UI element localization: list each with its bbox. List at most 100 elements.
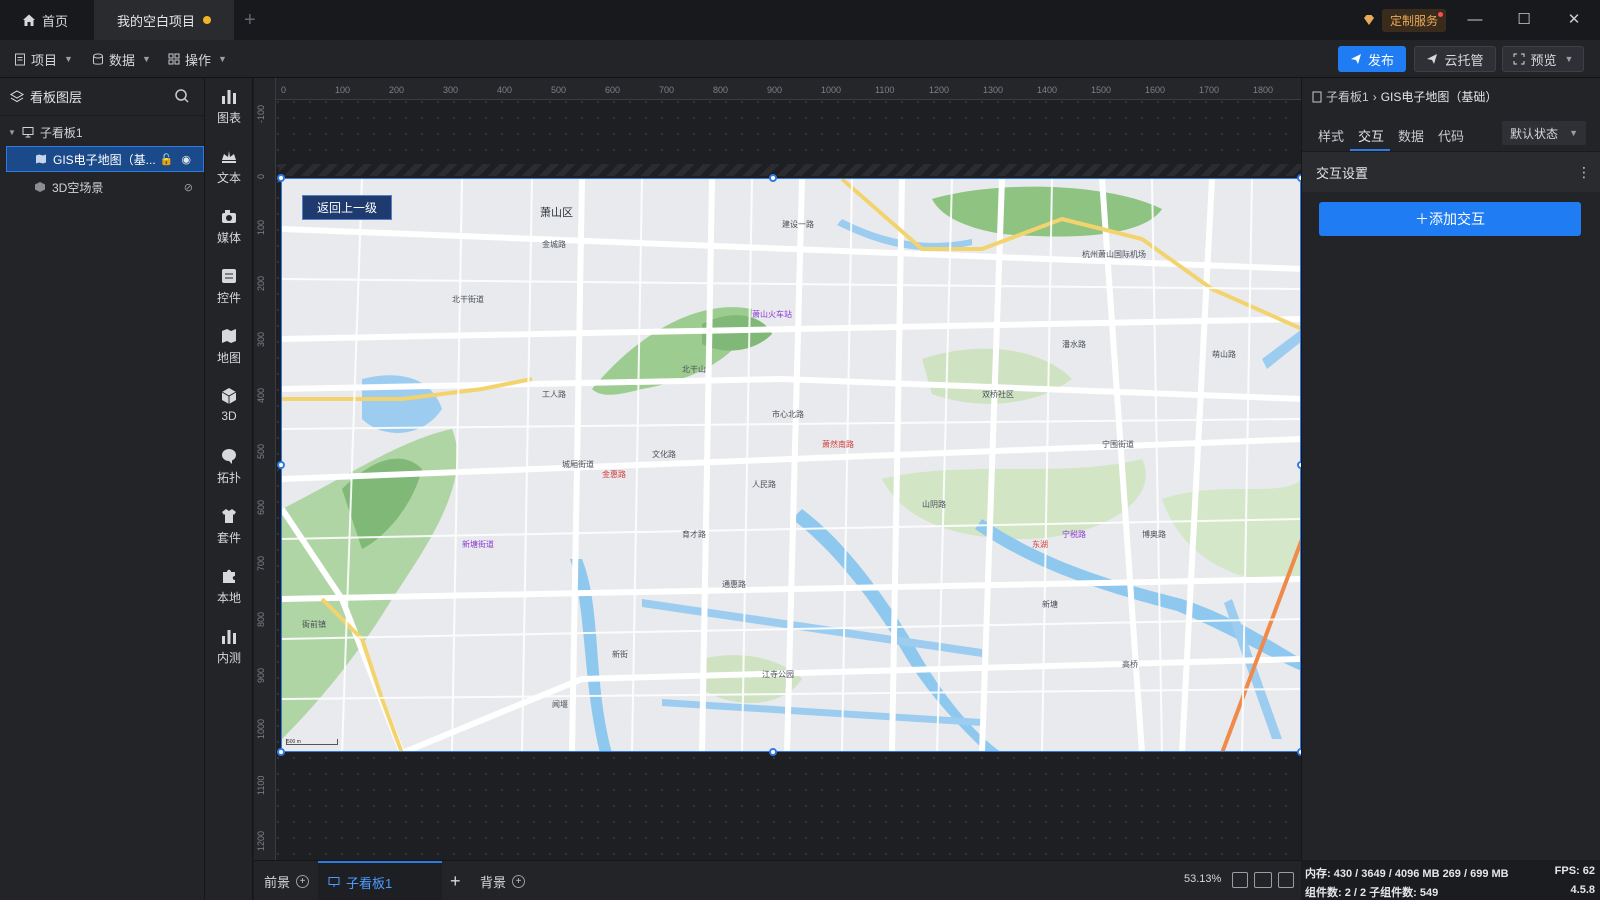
add-interaction-button[interactable]: ＋添加交互: [1319, 202, 1581, 236]
caret-down-icon[interactable]: ▼: [8, 128, 16, 137]
tab-code[interactable]: 代码: [1438, 126, 1464, 145]
component-bar-chart[interactable]: 图表: [205, 86, 253, 136]
component-kit[interactable]: 套件: [205, 506, 253, 556]
map-place-label: 萧然南路: [822, 440, 854, 449]
topology-icon: [222, 449, 236, 464]
grid-icon: [168, 53, 180, 65]
component-label: 本地: [216, 591, 241, 605]
keyboard-icon[interactable]: [1254, 872, 1272, 888]
tab-data[interactable]: 数据: [1398, 126, 1424, 145]
back-to-parent-button[interactable]: 返回上一级: [302, 195, 393, 220]
menu-operation[interactable]: 操作 ▼: [168, 49, 227, 69]
more-options-icon[interactable]: ⋮: [1577, 164, 1591, 181]
ruler-tick: 600: [605, 85, 621, 95]
component-beta[interactable]: 内测: [205, 626, 253, 676]
search-icon[interactable]: [174, 88, 190, 104]
ruler-tick: 1600: [1145, 85, 1166, 95]
unlock-icon[interactable]: 🔓: [160, 153, 174, 166]
ruler-tick: 700: [659, 85, 675, 95]
toolbar: 项目 ▼ 数据 ▼ 操作 ▼ 发布 云托管 预览 ▼: [0, 40, 1600, 78]
map-place-label: 育才路: [682, 530, 706, 539]
map-place-label: 闻堰: [552, 700, 568, 709]
add-tab-button[interactable]: +: [244, 0, 256, 40]
fullscreen-icon: [1513, 53, 1525, 65]
layer-item-3d-scene[interactable]: 3D空场景 ⊘: [0, 174, 205, 200]
add-background-icon[interactable]: +: [512, 874, 526, 888]
maximize-icon[interactable]: ☐: [1512, 8, 1536, 32]
layer-item-label: 3D空场景: [52, 180, 104, 195]
control-icon: [222, 269, 236, 283]
add-foreground-icon[interactable]: +: [296, 874, 310, 888]
database-icon: [93, 53, 103, 65]
layer-item-gis-map[interactable]: GIS电子地图（基... 🔓 ◉: [6, 146, 204, 172]
component-media[interactable]: 媒体: [205, 206, 253, 256]
map-place-label: 潘水路: [1062, 340, 1086, 349]
component-text[interactable]: 文本: [205, 146, 253, 196]
ruler-tick: 1800: [1253, 85, 1274, 95]
breadcrumb: 子看板1 › GIS电子地图（基础）: [1312, 88, 1497, 105]
custom-service-button[interactable]: 定制服务: [1362, 8, 1447, 32]
ruler-vertical[interactable]: -100 0 100 200 300 400 500 600 700 800 900 1000 1100…: [254, 78, 276, 860]
component-topology[interactable]: 拓扑: [205, 446, 253, 496]
component-map[interactable]: 地图: [205, 326, 253, 376]
resize-handle-bottom[interactable]: [769, 748, 777, 756]
map-place-label: 高桥: [1122, 660, 1138, 669]
resize-handle-top[interactable]: [769, 174, 777, 182]
canvas[interactable]: 0 100 200 300 400 500 600 700 800 900 1000 1100 1200…: [254, 78, 1327, 860]
properties-panel: 子看板1 › GIS电子地图（基础） 样式 交互 数据 代码 默认状态 ▼ 交互…: [1301, 78, 1600, 860]
minimize-icon[interactable]: —: [1463, 8, 1487, 32]
properties-tabs: 样式 交互 数据 代码 默认状态 ▼: [1302, 116, 1600, 152]
terminal-icon[interactable]: [1278, 872, 1294, 888]
publish-button[interactable]: 发布: [1338, 46, 1406, 72]
eye-icon[interactable]: ◉: [181, 153, 191, 166]
cloud-host-button[interactable]: 云托管: [1414, 46, 1496, 72]
gis-map-component[interactable]: 返回上一级 萧山区 金城路 北干街道 人民路 城厢街道 新塘街道 宁围街道 市心北路 金惠路 文…: [281, 178, 1301, 752]
close-icon[interactable]: ✕: [1562, 8, 1586, 32]
breadcrumb-parent[interactable]: 子看板1: [1326, 88, 1369, 105]
ruler-tick: 700: [256, 555, 266, 571]
map-background[interactable]: [282, 179, 1301, 752]
send-icon: [1427, 54, 1438, 64]
menu-data[interactable]: 数据 ▼: [92, 49, 151, 69]
tab-background[interactable]: 背景 +: [480, 861, 526, 900]
text-icon: [222, 151, 236, 163]
zoom-level[interactable]: 53.13%: [1184, 873, 1221, 885]
tab-foreground[interactable]: 前景 +: [264, 861, 310, 900]
menu-project[interactable]: 项目 ▼: [14, 49, 73, 69]
chevron-down-icon[interactable]: ▼: [1565, 54, 1574, 64]
tab-project[interactable]: 我的空白项目: [94, 0, 234, 40]
component-label: 套件: [216, 531, 241, 545]
component-puzzle[interactable]: 本地: [205, 566, 253, 616]
preview-button[interactable]: 预览 ▼: [1502, 46, 1584, 72]
fit-screen-icon[interactable]: [1232, 872, 1248, 888]
tab-interaction[interactable]: 交互: [1358, 126, 1384, 145]
component-label: 图表: [216, 111, 241, 125]
document-icon: [15, 53, 25, 65]
component-cube[interactable]: 3D: [205, 386, 253, 436]
chevron-down-icon: ▼: [218, 54, 227, 64]
memory-usage: 内存: 430 / 3649 / 4096 MB 269 / 699 MB: [1305, 868, 1509, 880]
ruler-tick: 300: [443, 85, 459, 95]
map-icon: [222, 329, 236, 343]
tab-style[interactable]: 样式: [1318, 126, 1344, 145]
component-label: 地图: [216, 351, 241, 365]
resize-handle-top-left[interactable]: [277, 174, 285, 182]
ruler-tick: 500: [551, 85, 567, 95]
resize-handle-left[interactable]: [277, 461, 285, 469]
tab-home[interactable]: 首页: [22, 0, 94, 40]
component-control[interactable]: 控件: [205, 266, 253, 316]
tab-foreground-label: 前景: [264, 874, 291, 890]
map-place-label: 北干山: [682, 365, 706, 374]
resize-handle-bottom-left[interactable]: [277, 748, 285, 756]
ruler-horizontal[interactable]: 0 100 200 300 400 500 600 700 800 900 1000 1100 1200…: [276, 78, 1327, 100]
layer-item-board[interactable]: ▼ 子看板1: [0, 119, 205, 145]
map-place-label: 宁围街道: [1102, 440, 1134, 449]
bottom-bar: 前景 + 子看板1 + 背景 + 53.13%: [254, 860, 1301, 900]
ruler-tick: 800: [256, 611, 266, 627]
chevron-down-icon: ▼: [1569, 128, 1578, 138]
chevron-down-icon: ▼: [142, 54, 151, 64]
tab-board[interactable]: 子看板1: [318, 861, 442, 900]
add-board-button[interactable]: +: [450, 861, 461, 900]
eye-hidden-icon[interactable]: ⊘: [184, 181, 193, 194]
state-select[interactable]: 默认状态 ▼: [1502, 121, 1586, 145]
